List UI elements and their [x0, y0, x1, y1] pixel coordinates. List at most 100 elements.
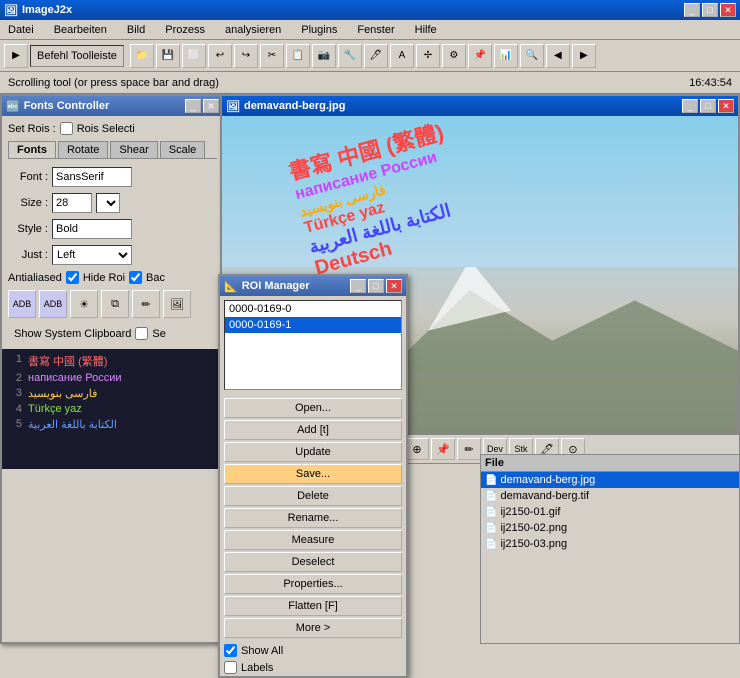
toolbar-btn-10[interactable]: 🖊 [364, 44, 388, 68]
style-input[interactable] [52, 219, 132, 239]
show-clipboard-label: Show System Clipboard [14, 328, 131, 340]
labels-label: Labels [241, 662, 273, 674]
play-button[interactable]: ▶ [4, 44, 28, 68]
tab-rotate[interactable]: Rotate [58, 141, 108, 158]
line-num-4: 4 [6, 403, 22, 415]
roi-update-btn[interactable]: Update [224, 442, 402, 462]
roi-rename-btn[interactable]: Rename... [224, 508, 402, 528]
file-item-1[interactable]: 📄 demavand-berg.tif [481, 488, 739, 504]
roi-list[interactable]: 0000-0169-0 0000-0169-1 [224, 300, 402, 390]
text-line-5: 5 الكتابة باللغة العربية [6, 418, 219, 431]
file-item-4[interactable]: 📄 ij2150-03.png [481, 536, 739, 552]
toolbar-btn-6[interactable]: ✂ [260, 44, 284, 68]
fc-tool-sun[interactable]: ☀ [70, 290, 98, 318]
toolbar-btn-12[interactable]: ✢ [416, 44, 440, 68]
size-select[interactable]: ▼ [96, 193, 120, 213]
size-input[interactable] [52, 193, 92, 213]
roi-more-btn[interactable]: More > [224, 618, 402, 638]
roi-properties-btn[interactable]: Properties... [224, 574, 402, 594]
img-tool-pencil[interactable]: ✏ [457, 438, 481, 460]
text-content-1: 書寫 中國 (繁體) [28, 353, 107, 369]
labels-checkbox[interactable] [224, 661, 237, 674]
text-content-3: فارسی بنویسید [28, 387, 97, 400]
roi-item-0[interactable]: 0000-0169-0 [225, 301, 401, 317]
toolbar-btn-4[interactable]: ↩ [208, 44, 232, 68]
show-clipboard-row: Show System Clipboard Se [8, 324, 217, 343]
minimize-button[interactable]: _ [684, 3, 700, 17]
menu-bearbeiten[interactable]: Bearbeiten [50, 24, 111, 36]
fc-toolbar: ADB ADB ☀ ⧉ ✏ 🖼 [8, 290, 217, 318]
menu-bild[interactable]: Bild [123, 24, 149, 36]
image-icon: 🖼 [226, 100, 240, 113]
fc-minimize[interactable]: _ [185, 99, 201, 113]
menu-plugins[interactable]: Plugins [297, 24, 341, 36]
toolbar-btn-5[interactable]: ↪ [234, 44, 258, 68]
menu-prozess[interactable]: Prozess [161, 24, 209, 36]
img-maximize[interactable]: □ [700, 99, 716, 113]
roi-show-all-row: Show All [220, 642, 406, 659]
toolbar-btn-15[interactable]: 📊 [494, 44, 518, 68]
antialiased-checkbox[interactable] [66, 271, 79, 284]
img-tool-plus[interactable]: ⊕ [405, 438, 429, 460]
roi-save-btn[interactable]: Save... [224, 464, 402, 484]
roi-open-btn[interactable]: Open... [224, 398, 402, 418]
tab-shear[interactable]: Shear [110, 141, 157, 158]
maximize-button[interactable]: □ [702, 3, 718, 17]
toolbar-btn-18[interactable]: ▶ [572, 44, 596, 68]
img-minimize[interactable]: _ [682, 99, 698, 113]
fc-tool-edit[interactable]: ✏ [132, 290, 160, 318]
toolbar-btn-7[interactable]: 📋 [286, 44, 310, 68]
toolbar-btn-13[interactable]: ⚙ [442, 44, 466, 68]
fc-tool-adb2[interactable]: ADB [39, 290, 67, 318]
toolbar-btn-16[interactable]: 🔍 [520, 44, 544, 68]
menu-fenster[interactable]: Fenster [353, 24, 398, 36]
menu-datei[interactable]: Datei [4, 24, 38, 36]
text-content-5: الكتابة باللغة العربية [28, 418, 117, 431]
roi-measure-btn[interactable]: Measure [224, 530, 402, 550]
toolbar-btn-2[interactable]: 💾 [156, 44, 180, 68]
hide-roi-checkbox[interactable] [129, 271, 142, 284]
file-item-0[interactable]: 📄 demavand-berg.jpg [481, 472, 739, 488]
show-clipboard-checkbox[interactable] [135, 327, 148, 340]
file-name-3: ij2150-02.png [500, 522, 567, 534]
roi-minimize[interactable]: _ [350, 279, 366, 293]
roi-close[interactable]: ✕ [386, 279, 402, 293]
file-item-2[interactable]: 📄 ij2150-01.gif [481, 504, 739, 520]
tab-fonts[interactable]: Fonts [8, 141, 56, 158]
file-item-3[interactable]: 📄 ij2150-02.png [481, 520, 739, 536]
img-tool-pin[interactable]: 📌 [431, 438, 455, 460]
fc-tool-img[interactable]: 🖼 [163, 290, 191, 318]
toolbar-btn-17[interactable]: ◀ [546, 44, 570, 68]
toolbar-btn-1[interactable]: 📁 [130, 44, 154, 68]
image-controls: _ □ ✕ [682, 99, 734, 113]
toolbar-btn-3[interactable]: ⬜ [182, 44, 206, 68]
tab-scale[interactable]: Scale [160, 141, 206, 158]
just-select[interactable]: Left Center Right [52, 245, 132, 265]
font-input[interactable] [52, 167, 132, 187]
toolbar-btn-8[interactable]: 📷 [312, 44, 336, 68]
menu-hilfe[interactable]: Hilfe [411, 24, 441, 36]
line-num-5: 5 [6, 418, 22, 431]
text-content-4: Türkçe yaz [28, 403, 82, 415]
fc-close[interactable]: ✕ [203, 99, 219, 113]
set-rois-checkbox[interactable] [60, 122, 73, 135]
file-icon-0: 📄 [485, 475, 497, 486]
fc-tool-copy[interactable]: ⧉ [101, 290, 129, 318]
roi-deselect-btn[interactable]: Deselect [224, 552, 402, 572]
roi-flatten-btn[interactable]: Flatten [F] [224, 596, 402, 616]
toolbar-btn-9[interactable]: 🔧 [338, 44, 362, 68]
close-button[interactable]: ✕ [720, 3, 736, 17]
toolbar-btn-11[interactable]: A [390, 44, 414, 68]
menu-analysieren[interactable]: analysieren [221, 24, 285, 36]
roi-maximize[interactable]: □ [368, 279, 384, 293]
show-all-checkbox[interactable] [224, 644, 237, 657]
roi-item-1[interactable]: 0000-0169-1 [225, 317, 401, 333]
toolbar-btn-14[interactable]: 📌 [468, 44, 492, 68]
roi-delete-btn[interactable]: Delete [224, 486, 402, 506]
style-row: Style : [8, 219, 217, 239]
roi-add-btn[interactable]: Add [t] [224, 420, 402, 440]
fc-tool-adb1[interactable]: ADB [8, 290, 36, 318]
title-bar-controls: _ □ ✕ [684, 3, 736, 17]
image-title: 🖼 demavand-berg.jpg [226, 100, 345, 113]
img-close[interactable]: ✕ [718, 99, 734, 113]
